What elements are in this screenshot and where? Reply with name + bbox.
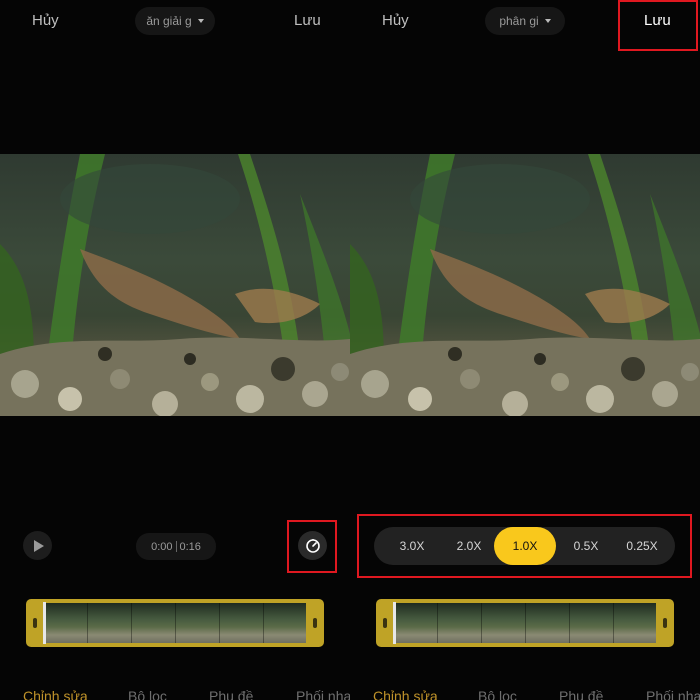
tab-subtitle[interactable]: Phụ đề [209, 688, 253, 700]
editor-panel-right: Hủy phân gi Lưu 3.0X 2.0X 1.0X 0.5X 0.25… [350, 0, 700, 700]
video-preview [350, 154, 700, 416]
resolution-label: ăn giải g [146, 14, 192, 28]
save-button[interactable]: Lưu [294, 12, 321, 29]
caret-down-icon [544, 19, 551, 23]
speed-selector-highlight [357, 514, 692, 578]
resolution-label: phân gi [499, 14, 539, 28]
tab-edit[interactable]: Chỉnh sửa [373, 688, 438, 700]
trim-handle-end[interactable] [663, 618, 667, 628]
timeline-frames [394, 603, 656, 643]
total-duration: 0:16 [179, 540, 201, 553]
trim-handle-end[interactable] [313, 618, 317, 628]
tab-filter[interactable]: Bộ lọc [128, 688, 167, 700]
cancel-button[interactable]: Hủy [382, 12, 409, 29]
playhead[interactable] [43, 602, 46, 644]
timeline-strip[interactable] [376, 599, 674, 647]
video-preview [0, 154, 350, 416]
tab-music[interactable]: Phối nhạ [646, 688, 700, 700]
tab-music[interactable]: Phối nhạ [296, 688, 350, 700]
aquarium-shrimp-image [0, 154, 350, 416]
save-button-highlight [618, 0, 698, 51]
trim-handle-start[interactable] [383, 618, 387, 628]
aquarium-shrimp-image [350, 154, 700, 416]
timeline-strip[interactable] [26, 599, 324, 647]
time-separator [175, 541, 177, 552]
tab-edit[interactable]: Chỉnh sửa [23, 688, 88, 700]
tab-filter[interactable]: Bộ lọc [478, 688, 517, 700]
trim-handle-start[interactable] [33, 618, 37, 628]
current-time: 0:00 [151, 540, 173, 553]
play-icon [34, 539, 44, 552]
timeline-frames [44, 603, 306, 643]
editor-panel-left: Hủy ăn giải g Lưu 0:00 0:16 Chỉnh sửa Bộ… [0, 0, 350, 700]
resolution-dropdown[interactable]: phân gi [485, 7, 565, 35]
caret-down-icon [197, 19, 204, 23]
speed-button-highlight [287, 520, 337, 573]
cancel-button[interactable]: Hủy [32, 12, 59, 29]
resolution-dropdown[interactable]: ăn giải g [135, 7, 215, 35]
play-button[interactable] [23, 531, 52, 560]
time-display: 0:00 0:16 [136, 533, 216, 560]
playhead[interactable] [393, 602, 396, 644]
tab-subtitle[interactable]: Phụ đề [559, 688, 603, 700]
